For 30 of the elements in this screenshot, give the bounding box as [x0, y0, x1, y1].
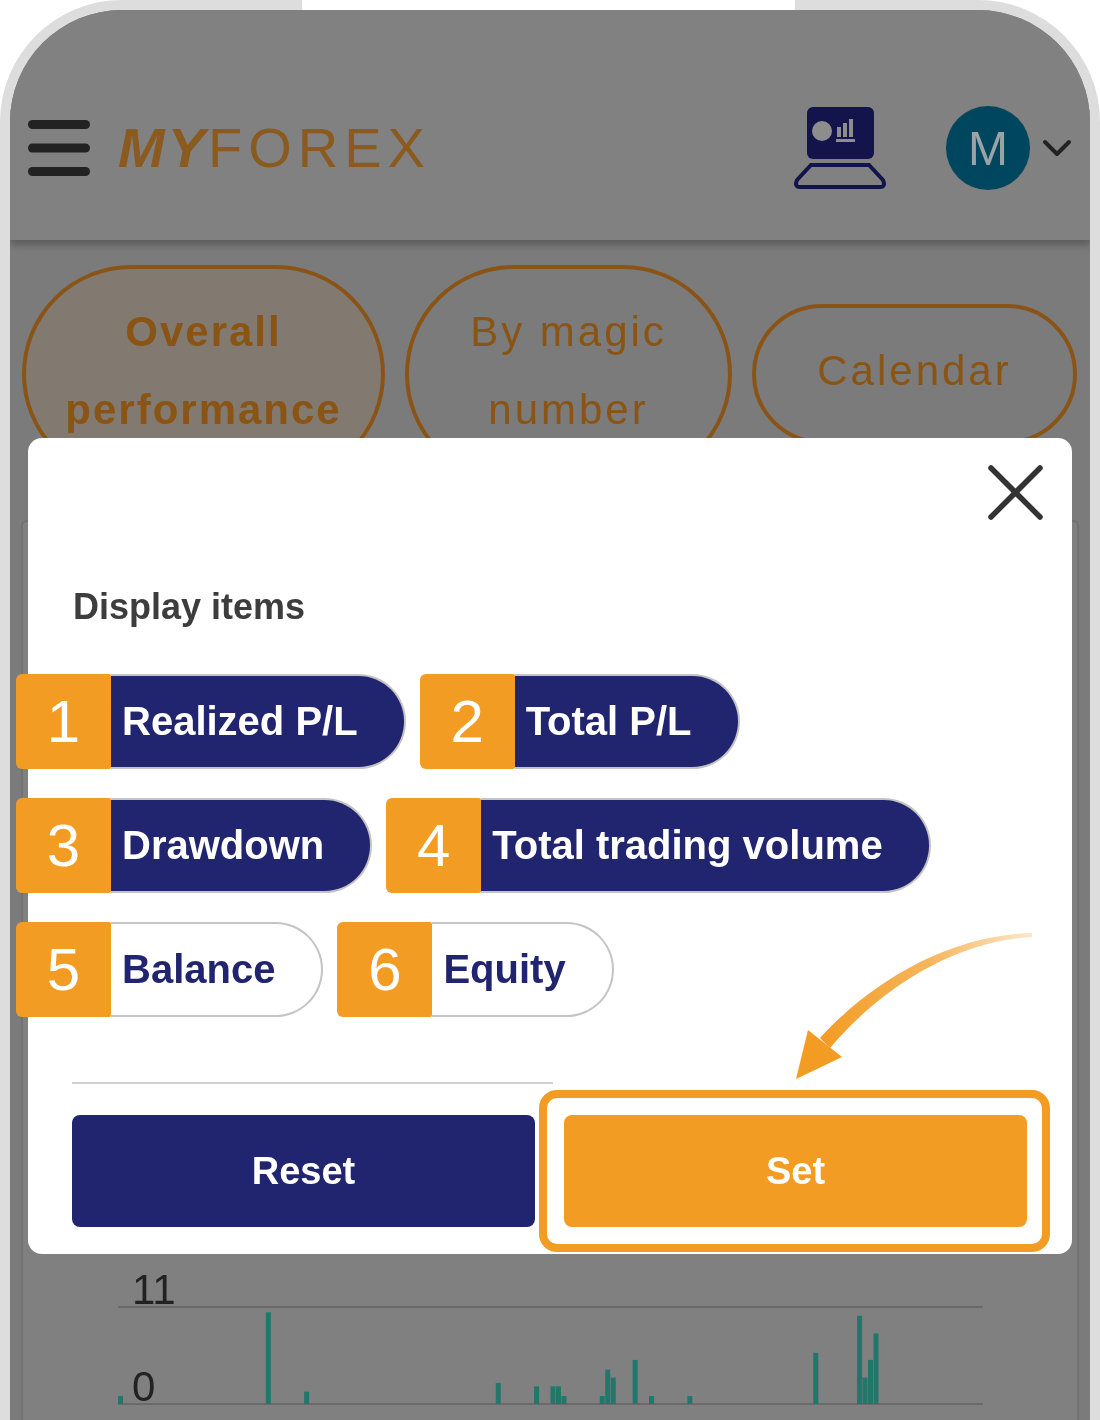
display-item-chip[interactable]: Equity [432, 922, 614, 1017]
step-number: 6 [337, 922, 433, 1017]
chart-bar [813, 1352, 819, 1404]
chart-bar [495, 1382, 501, 1404]
computer-chart-icon[interactable] [792, 107, 888, 189]
chart-bar [118, 1396, 123, 1404]
menu-icon[interactable] [28, 120, 90, 176]
y-tick-label: 11 [132, 1270, 176, 1313]
step-number: 3 [16, 798, 111, 893]
chart-bar [649, 1396, 655, 1404]
dialog-button[interactable]: Reset [72, 1115, 535, 1227]
display-item-chip[interactable]: Balance [111, 922, 324, 1017]
close-icon [988, 465, 1043, 520]
dialog-title: Display items [73, 585, 307, 629]
chevron-down-icon[interactable] [1042, 139, 1072, 157]
step-number: 5 [16, 922, 111, 1017]
display-item-chip[interactable]: Realized P/L [111, 674, 406, 769]
display-item-chip[interactable]: Drawdown [111, 798, 373, 893]
chart-bar [304, 1391, 310, 1404]
avatar[interactable]: M [946, 106, 1030, 190]
display-item-chip[interactable]: Total trading volume [481, 798, 931, 893]
close-button[interactable] [988, 465, 1043, 520]
display-item-chip[interactable]: Total P/L [514, 674, 740, 769]
chart-bar [534, 1386, 540, 1404]
y-tick-label: 0 [132, 1363, 156, 1410]
step-number: 1 [16, 674, 111, 769]
step-number: 4 [386, 798, 482, 893]
chart-bar [632, 1359, 638, 1404]
step-number: 2 [419, 674, 515, 769]
chart-bar [687, 1396, 693, 1404]
